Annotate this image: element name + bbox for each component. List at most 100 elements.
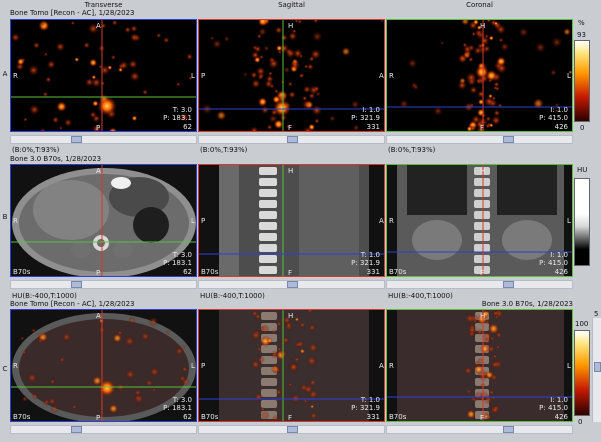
- slider-b-transverse[interactable]: [10, 280, 197, 289]
- window-level: (B:0%,T:93%): [388, 146, 436, 154]
- viewport-b-sagittal[interactable]: H F P A T: 1.0 P: 321.9 331 B70s: [198, 164, 385, 277]
- slice-thickness: T: 1.0: [360, 251, 380, 259]
- viewport-c-coronal[interactable]: H F R L I: 1.0 P: 415.0 426 B70s: [386, 309, 573, 422]
- orient-foot: F: [288, 414, 293, 422]
- orient-posterior: P: [96, 124, 101, 132]
- window-level: (B:0%,T:93%): [12, 146, 60, 154]
- blend-slider[interactable]: [592, 318, 601, 422]
- orient-anterior: A: [96, 22, 101, 30]
- viewport-c-sagittal[interactable]: H F P A T: 1.0 P: 321.9 331 B70s: [198, 309, 385, 422]
- slider-thumb[interactable]: [71, 426, 82, 433]
- orient-left: L: [567, 362, 571, 370]
- slider-a-coronal[interactable]: [386, 135, 573, 144]
- viewport-b-coronal[interactable]: H F R L I: 1.0 P: 415.0 426 B70s: [386, 164, 573, 277]
- row-label-a: A: [2, 70, 8, 78]
- slice-number: 62: [183, 123, 192, 131]
- slice-thickness: T: 3.0: [172, 106, 192, 114]
- slice-number: 331: [366, 413, 380, 421]
- slice-position: P: 321.9: [351, 404, 380, 412]
- slice-position: P: 415.0: [539, 404, 568, 412]
- slice-thickness: I: 1.0: [362, 106, 380, 114]
- row-a-info: Bone Tomo [Recon - AC], 1/28/2023: [10, 9, 135, 17]
- scale-unit: %: [578, 19, 585, 27]
- orient-posterior: P: [96, 414, 101, 422]
- slider-b-coronal[interactable]: [386, 280, 573, 289]
- orient-anterior: A: [379, 72, 384, 80]
- orient-head: H: [288, 312, 294, 320]
- orient-right: R: [13, 72, 18, 80]
- header-sagittal: Sagittal: [278, 1, 305, 9]
- orient-foot: F: [288, 124, 293, 132]
- kernel-label: B70s: [13, 268, 31, 276]
- orient-head: H: [480, 22, 486, 30]
- row-label-b: B: [2, 213, 8, 221]
- viewport-c-transverse[interactable]: A P R L T: 3.0 P: 183.1 62 B70s: [10, 309, 197, 422]
- orient-left: L: [567, 72, 571, 80]
- slice-position: P: 183.1: [163, 404, 192, 412]
- slice-position: P: 321.9: [351, 114, 380, 122]
- slider-a-sagittal[interactable]: [198, 135, 385, 144]
- scale-max: 100: [575, 320, 589, 328]
- scale-max: 93: [577, 31, 586, 39]
- orient-right: R: [389, 72, 394, 80]
- row-c-info-right: Bone 3.0 B70s, 1/28/2023: [481, 300, 573, 308]
- row-label-c: C: [2, 365, 8, 373]
- slider-thumb[interactable]: [287, 136, 298, 143]
- orient-left: L: [191, 72, 195, 80]
- ct-gray-scale[interactable]: [574, 178, 590, 266]
- orient-anterior: A: [96, 167, 101, 175]
- slider-thumb[interactable]: [503, 426, 514, 433]
- orient-foot: F: [288, 269, 293, 277]
- scale-min: 0: [578, 418, 583, 426]
- viewport-a-sagittal[interactable]: H F P A I: 1.0 P: 321.9 331: [198, 19, 385, 132]
- slice-thickness: T: 3.0: [172, 396, 192, 404]
- slice-number: 331: [366, 123, 380, 131]
- slider-thumb[interactable]: [71, 136, 82, 143]
- orient-anterior: A: [379, 217, 384, 225]
- kernel-label: B70s: [201, 268, 219, 276]
- slider-thumb[interactable]: [71, 281, 82, 288]
- orient-right: R: [389, 217, 394, 225]
- window-level: HU(B:-400,T:1000): [12, 292, 77, 300]
- row-b-info: Bone 3.0 B70s, 1/28/2023: [10, 155, 102, 163]
- slider-thumb[interactable]: [503, 281, 514, 288]
- viewport-a-transverse[interactable]: A P R L T: 3.0 P: 183.1 62: [10, 19, 197, 132]
- slice-thickness: T: 1.0: [360, 396, 380, 404]
- viewport-b-transverse[interactable]: A P R L T: 3.0 P: 183.1 62 B70s: [10, 164, 197, 277]
- slider-thumb[interactable]: [503, 136, 514, 143]
- slice-number: 331: [366, 268, 380, 276]
- orient-right: R: [389, 362, 394, 370]
- pet-color-scale[interactable]: [574, 40, 590, 122]
- slice-thickness: I: 1.0: [550, 396, 568, 404]
- viewport-a-coronal[interactable]: H F R L I: 1.0 P: 415.0 426: [386, 19, 573, 132]
- window-level: (B:0%,T:93%): [200, 146, 248, 154]
- slider-c-transverse[interactable]: [10, 425, 197, 434]
- slice-number: 426: [554, 413, 568, 421]
- kernel-label: B70s: [389, 413, 407, 421]
- slider-c-sagittal[interactable]: [198, 425, 385, 434]
- orient-left: L: [191, 217, 195, 225]
- slider-thumb[interactable]: [287, 281, 298, 288]
- slider-thumb[interactable]: [287, 426, 298, 433]
- orient-foot: F: [480, 124, 485, 132]
- fusion-color-scale[interactable]: [574, 330, 590, 416]
- slider-b-sagittal[interactable]: [198, 280, 385, 289]
- slice-number: 62: [183, 413, 192, 421]
- orient-anterior: A: [379, 362, 384, 370]
- kernel-label: B70s: [389, 268, 407, 276]
- orient-right: R: [13, 217, 18, 225]
- blend-slider-thumb[interactable]: [594, 362, 601, 372]
- scale-min: 0: [580, 124, 585, 132]
- orient-anterior: A: [96, 312, 101, 320]
- scale-unit: HU: [577, 166, 588, 174]
- slider-a-transverse[interactable]: [10, 135, 197, 144]
- orient-head: H: [480, 167, 486, 175]
- orient-foot: F: [480, 414, 485, 422]
- slider-c-coronal[interactable]: [386, 425, 573, 434]
- header-coronal: Coronal: [466, 1, 493, 9]
- orient-left: L: [191, 362, 195, 370]
- orient-posterior: P: [201, 362, 206, 370]
- scale-extra: 5: [594, 310, 599, 318]
- slice-position: P: 415.0: [539, 114, 568, 122]
- orient-posterior: P: [96, 269, 101, 277]
